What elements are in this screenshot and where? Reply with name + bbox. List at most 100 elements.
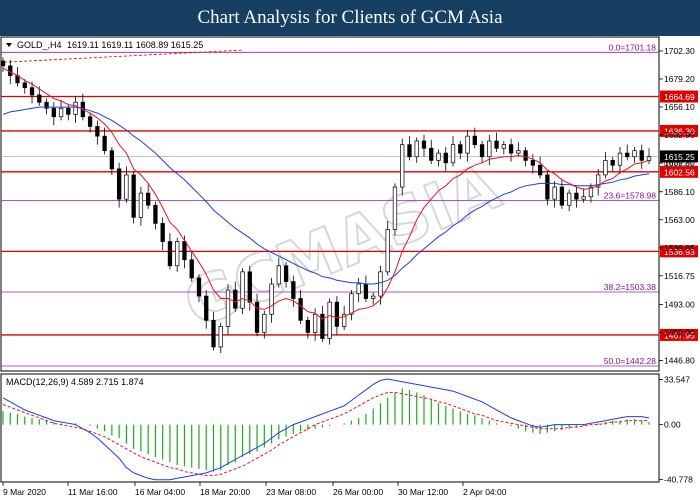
candle-body <box>334 301 340 327</box>
y-tick-label: 1539.85 <box>664 243 695 253</box>
y-tick-label: 1493.00 <box>664 300 695 310</box>
macd-panel <box>0 373 660 483</box>
macd-tick-label: 0.00 <box>664 420 681 430</box>
candle-body <box>392 186 398 230</box>
candle-body <box>233 289 238 309</box>
x-tick-label: 26 Mar 00:00 <box>333 487 383 497</box>
candle-body <box>436 152 441 161</box>
candle-body <box>516 150 521 154</box>
candle-body <box>291 281 296 299</box>
y-tick-label: 1563.00 <box>664 215 695 225</box>
candle-body <box>443 152 448 164</box>
y-tick-label: 1656.10 <box>664 102 695 112</box>
candle-body <box>298 298 303 321</box>
candle-body <box>530 160 536 166</box>
candle-body <box>632 150 637 158</box>
candle-body <box>545 174 550 200</box>
candle-body <box>363 283 369 299</box>
candle-body <box>458 144 463 154</box>
candle-body <box>124 174 129 200</box>
candle-body <box>421 140 427 149</box>
candle-body <box>211 319 216 348</box>
candle-body <box>349 293 354 315</box>
candle-body <box>116 168 122 200</box>
candle-body <box>625 152 630 158</box>
y-tick-label: 1632.95 <box>664 130 695 140</box>
macd-label: MACD(12,26,9) 4.589 2.715 1.874 <box>6 377 144 387</box>
candle-body <box>182 241 187 261</box>
y-tick-label: 1679.20 <box>664 74 695 84</box>
candle-body <box>189 259 194 279</box>
candle-body <box>567 192 572 206</box>
candle-body <box>617 152 623 166</box>
ohlc-values: 1619.11 1619.11 1608.89 1615.25 <box>67 40 203 50</box>
candle-body <box>378 271 383 297</box>
candle-body <box>537 164 543 176</box>
candle-body <box>153 204 158 224</box>
candle-body <box>494 140 499 149</box>
candle-body <box>501 144 506 149</box>
x-tick-label: 18 Mar 20:00 <box>200 487 250 497</box>
y-tick-label: 1446.80 <box>664 356 695 366</box>
y-tick-label: 1609.80 <box>664 158 695 168</box>
candle-body <box>312 313 318 333</box>
candle-body <box>581 196 586 200</box>
chart-area: GCMASIA 1664.691636.301602.561536.931467… <box>0 36 698 497</box>
candle-body <box>407 144 412 158</box>
candle-body <box>327 301 332 339</box>
candle-body <box>283 265 289 282</box>
candle-body <box>167 241 173 267</box>
candle-body <box>356 283 361 295</box>
candle-body <box>269 283 274 315</box>
candle-body <box>646 156 652 161</box>
candle-body <box>552 186 557 200</box>
candle-body <box>450 144 456 164</box>
candle-body <box>109 150 115 170</box>
macd-tick-label: 33.547 <box>664 375 690 385</box>
candle-body <box>559 186 565 206</box>
y-tick-label: 1586.10 <box>664 187 695 197</box>
candle-body <box>87 116 93 127</box>
x-tick-label: 9 Mar 2020 <box>3 487 46 497</box>
candle-body <box>276 265 281 285</box>
candle-body <box>472 135 477 145</box>
fib-label: 0.0=1701.18 <box>608 42 656 52</box>
level-label: 1664.69 <box>664 92 695 102</box>
candle-body <box>22 82 27 89</box>
candle-body <box>204 295 209 321</box>
candle-body <box>305 319 311 333</box>
candle-body <box>58 107 64 118</box>
candle-body <box>247 271 252 303</box>
candle-body <box>610 160 615 166</box>
x-tick-label: 23 Mar 08:00 <box>266 487 316 497</box>
candle-body <box>479 144 485 158</box>
y-tick-label: 1516.75 <box>664 271 695 281</box>
x-tick-label: 2 Apr 04:00 <box>463 487 507 497</box>
x-tick-label: 30 Mar 12:00 <box>398 487 448 497</box>
candle-body <box>37 94 42 103</box>
macd-tick-label: -40.778 <box>664 474 693 484</box>
candle-body <box>51 107 56 118</box>
candle-body <box>29 87 35 96</box>
candle-body <box>639 150 644 161</box>
candle-body <box>146 192 151 206</box>
candle-body <box>414 140 419 158</box>
y-tick-label: 1702.30 <box>664 46 695 56</box>
candle-body <box>603 160 608 176</box>
candle-body <box>73 101 78 115</box>
candle-body <box>400 144 405 188</box>
candle-body <box>487 140 492 158</box>
candle-body <box>66 107 71 115</box>
candle-body <box>225 289 231 327</box>
candle-body <box>240 271 245 309</box>
candle-body <box>465 135 470 154</box>
candle-body <box>218 326 223 348</box>
x-tick-label: 11 Mar 16:00 <box>68 487 118 497</box>
symbol-label: GOLD_,H4 <box>17 40 62 50</box>
candle-body <box>508 144 514 154</box>
candle-body <box>262 313 267 333</box>
symbol-header: GOLD_,H4 1619.11 1619.11 1608.89 1615.25 <box>6 40 203 50</box>
fib-label: 23.6=1578.98 <box>604 190 657 200</box>
candle-body <box>175 241 180 267</box>
fib-label: 38.2=1503.38 <box>604 282 657 292</box>
